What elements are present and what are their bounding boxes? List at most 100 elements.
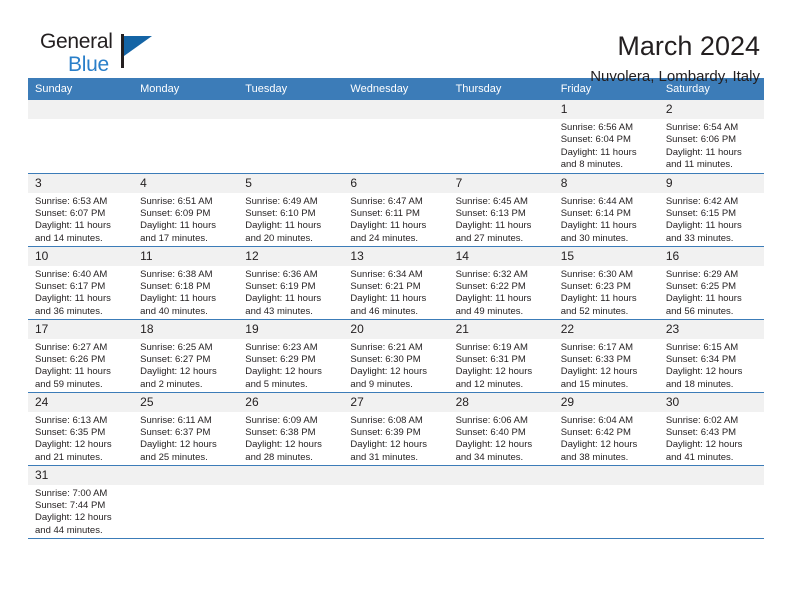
day-number: 23 — [658, 319, 764, 339]
day-number: 17 — [28, 319, 134, 339]
day-details: Sunrise: 6:06 AM Sunset: 6:40 PM Daylight:… — [449, 412, 554, 465]
day-details — [554, 485, 659, 488]
calendar-day-cell[interactable]: 30 Sunrise: 6:02 AM Sunset: 6:43 PM Dayligh… — [658, 392, 764, 466]
calendar-week-row: 10 Sunrise: 6:40 AM Sunset: 6:17 PM Dayligh… — [28, 246, 764, 320]
calendar-day-cell[interactable]: 26 Sunrise: 6:09 AM Sunset: 6:38 PM Dayligh… — [238, 392, 344, 466]
daylight-duration-cont: and 12 minutes. — [455, 378, 524, 390]
triangle-flag-icon — [124, 36, 152, 56]
daylight-duration: Daylight: 11 hours — [245, 293, 322, 305]
calendar-day-cell[interactable]: 15 Sunrise: 6:30 AM Sunset: 6:23 PM Dayligh… — [553, 246, 659, 320]
day-number: 19 — [238, 319, 344, 339]
sunset-time: Sunset: 6:30 PM — [350, 353, 421, 365]
day-details: Sunrise: 6:25 AM Sunset: 6:27 PM Daylight:… — [133, 339, 238, 392]
calendar-day-cell[interactable]: 17 Sunrise: 6:27 AM Sunset: 6:26 PM Dayligh… — [28, 319, 134, 393]
daylight-duration-cont: and 11 minutes. — [665, 159, 733, 171]
calendar-day-cell[interactable]: 31 Sunrise: 7:00 AM Sunset: 7:44 PM Dayligh… — [28, 465, 134, 539]
general-blue-logo[interactable]: General Blue — [28, 30, 158, 86]
day-details — [133, 485, 238, 488]
sunset-time: Sunset: 6:23 PM — [560, 280, 631, 292]
sunset-time: Sunset: 6:34 PM — [665, 353, 737, 365]
daylight-duration: Daylight: 12 hours — [140, 439, 217, 451]
calendar-day-cell[interactable]: 25 Sunrise: 6:11 AM Sunset: 6:37 PM Dayligh… — [133, 392, 239, 466]
sunrise-time: Sunrise: 6:45 AM — [455, 195, 528, 207]
sunrise-time: Sunrise: 6:36 AM — [245, 268, 318, 280]
calendar-day-cell[interactable]: 27 Sunrise: 6:08 AM Sunset: 6:39 PM Dayligh… — [343, 392, 449, 466]
day-number: 18 — [133, 319, 239, 339]
day-number: 4 — [133, 173, 239, 193]
logo-text-blue: Blue — [68, 53, 109, 76]
page-title: March 2024 — [617, 31, 760, 61]
day-number — [448, 100, 554, 119]
day-details: Sunrise: 6:40 AM Sunset: 6:17 PM Daylight:… — [28, 266, 133, 319]
calendar-day-cell[interactable]: 8 Sunrise: 6:44 AM Sunset: 6:14 PM Daylight… — [553, 173, 659, 247]
calendar-day-cell[interactable]: 12 Sunrise: 6:36 AM Sunset: 6:19 PM Dayligh… — [238, 246, 344, 320]
sunrise-time: Sunrise: 6:38 AM — [140, 268, 213, 280]
calendar-day-cell[interactable]: 21 Sunrise: 6:19 AM Sunset: 6:31 PM Dayligh… — [448, 319, 554, 393]
daylight-duration-cont: and 20 minutes. — [245, 232, 313, 244]
calendar-day-cell[interactable]: 2 Sunrise: 6:54 AM Sunset: 6:06 PM Daylight… — [658, 100, 764, 174]
calendar-day-cell[interactable]: 10 Sunrise: 6:40 AM Sunset: 6:17 PM Dayligh… — [28, 246, 134, 320]
calendar-day-cell[interactable]: 29 Sunrise: 6:04 AM Sunset: 6:42 PM Dayligh… — [553, 392, 659, 466]
calendar-day-cell[interactable]: 5 Sunrise: 6:49 AM Sunset: 6:10 PM Daylight… — [238, 173, 344, 247]
calendar-day-cell[interactable]: 14 Sunrise: 6:32 AM Sunset: 6:22 PM Dayligh… — [448, 246, 554, 320]
day-details: Sunrise: 6:34 AM Sunset: 6:21 PM Daylight:… — [343, 266, 448, 319]
day-details — [133, 119, 238, 122]
calendar-day-cell[interactable]: 11 Sunrise: 6:38 AM Sunset: 6:18 PM Dayligh… — [133, 246, 239, 320]
day-number: 28 — [448, 392, 554, 412]
daylight-duration: Daylight: 11 hours — [665, 293, 742, 305]
calendar-day-cell[interactable]: 13 Sunrise: 6:34 AM Sunset: 6:21 PM Dayligh… — [343, 246, 449, 320]
sunrise-time: Sunrise: 6:42 AM — [665, 195, 739, 207]
calendar-empty-cell — [553, 465, 659, 539]
day-details: Sunrise: 7:00 AM Sunset: 7:44 PM Daylight:… — [28, 485, 133, 538]
sunrise-time: Sunrise: 6:56 AM — [560, 122, 634, 133]
page-header: General Blue March 2024 Nuvolera, Lombar… — [28, 0, 764, 85]
day-details: Sunrise: 6:54 AM Sunset: 6:06 PM Daylight:… — [659, 119, 764, 172]
daylight-duration: Daylight: 12 hours — [245, 366, 322, 378]
calendar-empty-cell — [238, 465, 344, 539]
calendar-day-cell[interactable]: 1 Sunrise: 6:56 AM Sunset: 6:04 PM Daylight… — [553, 100, 659, 174]
sunset-time: Sunset: 6:38 PM — [245, 426, 316, 438]
calendar-week-row: 31 Sunrise: 7:00 AM Sunset: 7:44 PM Dayligh… — [28, 465, 764, 539]
calendar-day-cell[interactable]: 18 Sunrise: 6:25 AM Sunset: 6:27 PM Dayligh… — [133, 319, 239, 393]
calendar-empty-cell — [238, 100, 344, 174]
day-number: 13 — [343, 246, 449, 266]
daylight-duration-cont: and 8 minutes. — [560, 159, 624, 171]
sunrise-time: Sunrise: 6:06 AM — [455, 414, 528, 426]
sunset-time: Sunset: 6:35 PM — [35, 426, 106, 438]
sunrise-time: Sunrise: 6:04 AM — [560, 414, 634, 426]
calendar-day-cell[interactable]: 23 Sunrise: 6:15 AM Sunset: 6:34 PM Dayligh… — [658, 319, 764, 393]
daylight-duration-cont: and 17 minutes. — [140, 232, 208, 244]
calendar-day-cell[interactable]: 3 Sunrise: 6:53 AM Sunset: 6:07 PM Daylight… — [28, 173, 134, 247]
calendar-day-cell[interactable]: 24 Sunrise: 6:13 AM Sunset: 6:35 PM Dayligh… — [28, 392, 134, 466]
daylight-duration: Daylight: 11 hours — [245, 220, 322, 232]
calendar-day-cell[interactable]: 7 Sunrise: 6:45 AM Sunset: 6:13 PM Daylight… — [448, 173, 554, 247]
daylight-duration: Daylight: 11 hours — [455, 220, 532, 232]
sunrise-time: Sunrise: 7:00 AM — [35, 487, 108, 499]
daylight-duration-cont: and 46 minutes. — [350, 305, 419, 317]
calendar-day-cell[interactable]: 22 Sunrise: 6:17 AM Sunset: 6:33 PM Dayligh… — [553, 319, 659, 393]
sunset-time: Sunset: 6:21 PM — [350, 280, 421, 292]
calendar-week-row: 24 Sunrise: 6:13 AM Sunset: 6:35 PM Dayligh… — [28, 392, 764, 466]
calendar-empty-cell — [343, 100, 449, 174]
sunrise-time: Sunrise: 6:32 AM — [455, 268, 528, 280]
day-details: Sunrise: 6:15 AM Sunset: 6:34 PM Daylight:… — [659, 339, 764, 392]
daylight-duration: Daylight: 12 hours — [140, 366, 217, 378]
sunset-time: Sunset: 6:13 PM — [455, 207, 526, 219]
calendar-day-cell[interactable]: 16 Sunrise: 6:29 AM Sunset: 6:25 PM Dayligh… — [658, 246, 764, 320]
calendar-day-cell[interactable]: 28 Sunrise: 6:06 AM Sunset: 6:40 PM Dayligh… — [448, 392, 554, 466]
daylight-duration-cont: and 24 minutes. — [350, 232, 419, 244]
sunset-time: Sunset: 6:11 PM — [350, 207, 420, 219]
day-number: 24 — [28, 392, 134, 412]
sunrise-time: Sunrise: 6:53 AM — [35, 195, 108, 207]
sunset-time: Sunset: 6:09 PM — [140, 207, 211, 219]
daylight-duration-cont: and 15 minutes. — [560, 378, 629, 390]
calendar-day-cell[interactable]: 19 Sunrise: 6:23 AM Sunset: 6:29 PM Dayligh… — [238, 319, 344, 393]
calendar-day-cell[interactable]: 20 Sunrise: 6:21 AM Sunset: 6:30 PM Dayligh… — [343, 319, 449, 393]
daylight-duration-cont: and 14 minutes. — [35, 232, 103, 244]
sunset-time: Sunset: 6:43 PM — [665, 426, 737, 438]
calendar-day-cell[interactable]: 4 Sunrise: 6:51 AM Sunset: 6:09 PM Daylight… — [133, 173, 239, 247]
calendar-day-cell[interactable]: 6 Sunrise: 6:47 AM Sunset: 6:11 PM Daylight… — [343, 173, 449, 247]
daylight-duration-cont: and 21 minutes. — [35, 451, 103, 463]
sunset-time: Sunset: 6:07 PM — [35, 207, 106, 219]
calendar-day-cell[interactable]: 9 Sunrise: 6:42 AM Sunset: 6:15 PM Daylight… — [658, 173, 764, 247]
